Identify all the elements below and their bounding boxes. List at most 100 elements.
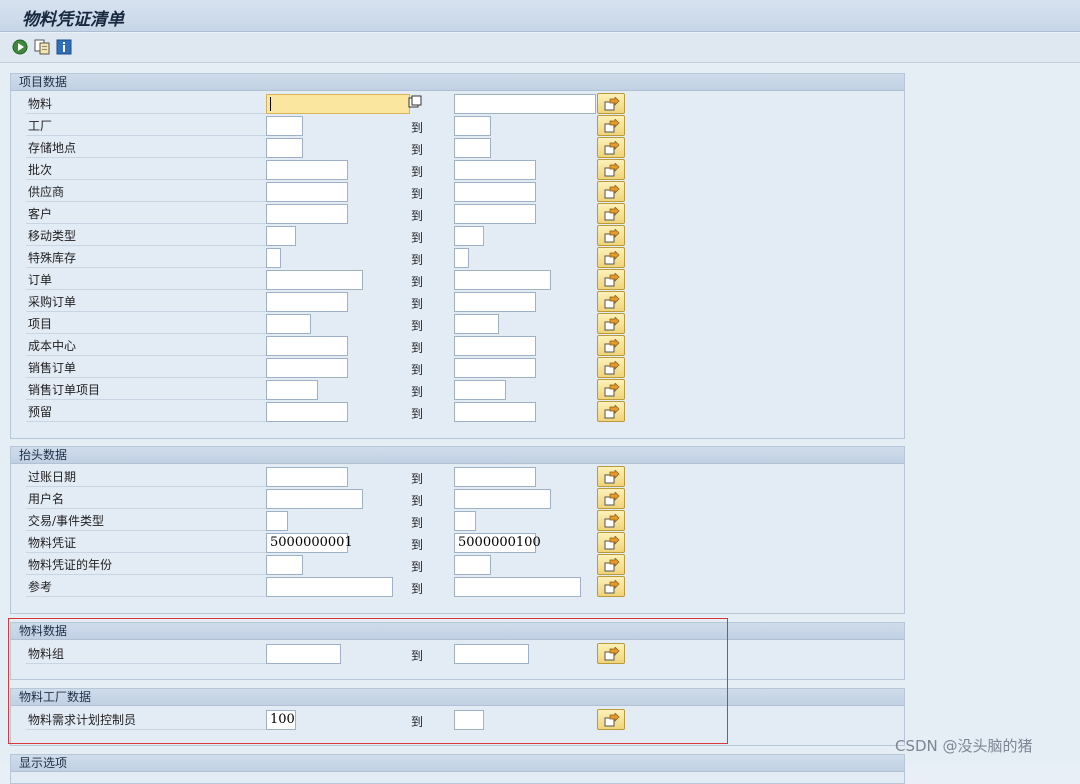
to-value-input[interactable] — [454, 94, 596, 114]
selection-row: 用户名 到 — [10, 488, 903, 510]
multiple-selection-button[interactable] — [597, 291, 625, 312]
from-value-input[interactable] — [266, 138, 303, 158]
from-value-input[interactable] — [266, 314, 311, 334]
to-value-input[interactable] — [454, 182, 536, 202]
to-value-input[interactable] — [454, 314, 499, 334]
to-value-input[interactable] — [454, 577, 581, 597]
to-value-input[interactable] — [454, 644, 529, 664]
multiple-selection-button[interactable] — [597, 137, 625, 158]
from-value-input[interactable] — [266, 292, 348, 312]
field-label: 客户 — [26, 205, 266, 224]
from-value-input[interactable] — [266, 204, 348, 224]
group-title: 抬头数据 — [11, 447, 904, 464]
to-value-input[interactable] — [454, 489, 551, 509]
group-title: 项目数据 — [11, 74, 904, 91]
range-to-label: 到 — [411, 319, 424, 333]
to-value-input[interactable] — [454, 402, 536, 422]
multiple-selection-button[interactable] — [597, 203, 625, 224]
multiple-selection-button[interactable] — [597, 247, 625, 268]
from-value-input[interactable] — [266, 160, 348, 180]
multiple-selection-button[interactable] — [597, 466, 625, 487]
field-label: 订单 — [26, 271, 266, 290]
multiple-selection-button[interactable] — [597, 643, 625, 664]
range-to-label: 到 — [411, 275, 424, 289]
to-value-input[interactable] — [454, 204, 536, 224]
range-to-label: 到 — [411, 516, 424, 530]
multiple-selection-button[interactable] — [597, 225, 625, 246]
multiple-selection-button[interactable] — [597, 510, 625, 531]
multiple-selection-button[interactable] — [597, 357, 625, 378]
to-value-input[interactable] — [454, 511, 476, 531]
multiple-selection-button[interactable] — [597, 335, 625, 356]
to-value-input[interactable] — [454, 138, 491, 158]
to-value-input[interactable] — [454, 270, 551, 290]
from-value-input[interactable] — [266, 577, 393, 597]
multiple-selection-button[interactable] — [597, 532, 625, 553]
arrow-right-icon — [604, 207, 620, 221]
arrow-right-icon — [604, 185, 620, 199]
multiple-selection-button[interactable] — [597, 181, 625, 202]
arrow-right-icon — [604, 647, 620, 661]
to-value-input[interactable]: 5000000100 — [454, 533, 541, 553]
from-value-input[interactable] — [266, 555, 303, 575]
from-value-input[interactable] — [266, 644, 341, 664]
multiple-selection-button[interactable] — [597, 576, 625, 597]
from-value-input[interactable] — [266, 116, 303, 136]
selection-row: 参考 到 — [10, 576, 903, 598]
to-value-input[interactable] — [454, 248, 469, 268]
to-value-input[interactable] — [454, 226, 484, 246]
from-value-input[interactable] — [266, 336, 348, 356]
range-to-label: 到 — [411, 143, 424, 157]
from-value-input[interactable] — [266, 248, 281, 268]
multiple-selection-button[interactable] — [597, 379, 625, 400]
to-value-input[interactable] — [454, 116, 491, 136]
arrow-right-icon — [604, 339, 620, 353]
selection-row: 物料需求计划控制员 100 到 — [10, 709, 903, 731]
to-value-input[interactable] — [454, 358, 536, 378]
from-value-input[interactable] — [266, 511, 288, 531]
arrow-right-icon — [604, 558, 620, 572]
multi-select-icon[interactable] — [408, 95, 424, 111]
range-to-label: 到 — [411, 560, 424, 574]
multiple-selection-button[interactable] — [597, 159, 625, 180]
watermark: CSDN @没头脑的猪 — [895, 737, 1033, 755]
from-value-input[interactable]: 5000000001 — [266, 533, 353, 553]
range-to-label: 到 — [411, 253, 424, 267]
variant-icon[interactable] — [34, 39, 50, 55]
execute-icon[interactable] — [12, 39, 28, 55]
field-label: 交易/事件类型 — [26, 512, 266, 531]
multiple-selection-button[interactable] — [597, 313, 625, 334]
from-value-input[interactable]: 100 — [266, 710, 296, 730]
from-value-input[interactable] — [266, 94, 410, 114]
range-to-label: 到 — [411, 297, 424, 311]
to-value-input[interactable] — [454, 336, 536, 356]
field-label: 存储地点 — [26, 139, 266, 158]
to-value-input[interactable] — [454, 555, 491, 575]
range-to-label: 到 — [411, 538, 424, 552]
to-value-input[interactable] — [454, 380, 506, 400]
arrow-right-icon — [604, 251, 620, 265]
from-value-input[interactable] — [266, 358, 348, 378]
multiple-selection-button[interactable] — [597, 269, 625, 290]
info-icon[interactable] — [56, 39, 72, 55]
arrow-right-icon — [604, 163, 620, 177]
to-value-input[interactable] — [454, 710, 484, 730]
from-value-input[interactable] — [266, 402, 348, 422]
from-value-input[interactable] — [266, 226, 296, 246]
to-value-input[interactable] — [454, 160, 536, 180]
multiple-selection-button[interactable] — [597, 93, 625, 114]
range-to-label: 到 — [411, 363, 424, 377]
range-to-label: 到 — [411, 582, 424, 596]
multiple-selection-button[interactable] — [597, 401, 625, 422]
to-value-input[interactable] — [454, 292, 536, 312]
multiple-selection-button[interactable] — [597, 488, 625, 509]
from-value-input[interactable] — [266, 270, 363, 290]
multiple-selection-button[interactable] — [597, 115, 625, 136]
from-value-input[interactable] — [266, 489, 363, 509]
multiple-selection-button[interactable] — [597, 709, 625, 730]
from-value-input[interactable] — [266, 182, 348, 202]
from-value-input[interactable] — [266, 467, 348, 487]
multiple-selection-button[interactable] — [597, 554, 625, 575]
from-value-input[interactable] — [266, 380, 318, 400]
to-value-input[interactable] — [454, 467, 536, 487]
